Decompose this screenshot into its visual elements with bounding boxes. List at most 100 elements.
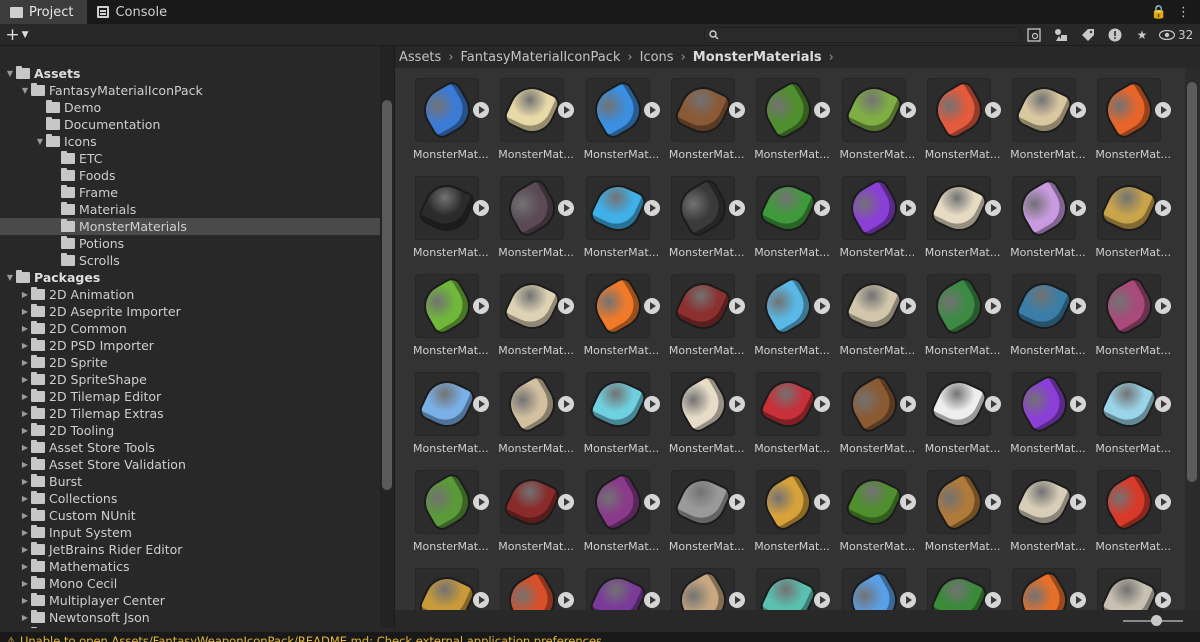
collapsed-arrow-icon[interactable]: ▶ bbox=[19, 460, 31, 469]
asset-tile[interactable]: MonsterMat... bbox=[395, 362, 489, 460]
asset-thumbnail[interactable] bbox=[585, 274, 650, 338]
tree-item-demo[interactable]: Demo bbox=[0, 99, 380, 116]
breadcrumb-separator-icon[interactable]: › bbox=[829, 50, 834, 65]
asset-thumbnail[interactable] bbox=[756, 176, 821, 240]
asset-thumbnail[interactable] bbox=[415, 568, 479, 610]
tree-item-potions[interactable]: Potions bbox=[0, 235, 380, 252]
asset-thumbnail[interactable] bbox=[415, 78, 479, 142]
asset-thumbnail[interactable] bbox=[670, 568, 735, 610]
asset-thumbnail[interactable] bbox=[500, 470, 565, 534]
collapsed-arrow-icon[interactable]: ▶ bbox=[19, 528, 31, 537]
collapsed-arrow-icon[interactable]: ▶ bbox=[19, 358, 31, 367]
asset-tile[interactable]: MonsterMat... bbox=[566, 460, 660, 558]
tree-item-multiplayer-center[interactable]: ▶ Multiplayer Center bbox=[0, 592, 380, 609]
asset-tile[interactable]: MonsterMat... bbox=[566, 558, 660, 610]
asset-tile[interactable]: MonsterMat... bbox=[736, 166, 831, 264]
asset-tile[interactable]: MonsterMat... bbox=[992, 166, 1087, 264]
tree-item-2d-aseprite-importer[interactable]: ▶ 2D Aseprite Importer bbox=[0, 303, 380, 320]
asset-tile[interactable]: MonsterMat... bbox=[822, 166, 916, 264]
collapsed-arrow-icon[interactable]: ▶ bbox=[19, 392, 31, 401]
asset-thumbnail[interactable] bbox=[1012, 372, 1077, 436]
asset-thumbnail[interactable] bbox=[585, 470, 650, 534]
collapsed-arrow-icon[interactable]: ▶ bbox=[19, 341, 31, 350]
zoom-slider-handle[interactable] bbox=[1151, 615, 1162, 626]
asset-thumbnail[interactable] bbox=[500, 78, 565, 142]
asset-thumbnail[interactable] bbox=[670, 372, 735, 436]
breadcrumb-item[interactable]: Assets bbox=[399, 50, 441, 65]
asset-tile[interactable]: MonsterMat... bbox=[651, 558, 745, 610]
tab-project[interactable]: Project bbox=[0, 0, 88, 24]
asset-tile[interactable]: MonsterMat... bbox=[566, 68, 660, 166]
asset-thumbnail[interactable] bbox=[841, 470, 906, 534]
expand-sprites-icon[interactable] bbox=[1155, 396, 1172, 412]
collapsed-arrow-icon[interactable]: ▶ bbox=[19, 409, 31, 418]
asset-tile[interactable]: MonsterMat... bbox=[736, 460, 831, 558]
more-menu-icon[interactable]: ⋮ bbox=[1177, 5, 1190, 20]
filter-by-type-icon[interactable] bbox=[1051, 26, 1071, 44]
tree-item-monstermaterials[interactable]: MonsterMaterials bbox=[0, 218, 380, 235]
asset-thumbnail[interactable] bbox=[756, 372, 821, 436]
warning-filter-icon[interactable] bbox=[1105, 26, 1125, 44]
asset-thumbnail[interactable] bbox=[585, 372, 650, 436]
asset-thumbnail[interactable] bbox=[415, 274, 479, 338]
asset-thumbnail[interactable] bbox=[585, 176, 650, 240]
asset-thumbnail[interactable] bbox=[841, 176, 906, 240]
tree-item-mathematics[interactable]: ▶ Mathematics bbox=[0, 558, 380, 575]
asset-thumbnail[interactable] bbox=[1012, 568, 1077, 610]
asset-tile[interactable]: MonsterMat... bbox=[480, 68, 575, 166]
expand-sprites-icon[interactable] bbox=[1155, 298, 1172, 314]
asset-tile[interactable]: MonsterMat... bbox=[992, 68, 1087, 166]
asset-tile[interactable]: MonsterMat... bbox=[566, 264, 660, 362]
asset-tile[interactable]: MonsterMat... bbox=[480, 460, 575, 558]
asset-thumbnail[interactable] bbox=[841, 274, 906, 338]
search-input[interactable] bbox=[719, 28, 1019, 42]
asset-thumbnail[interactable] bbox=[670, 78, 735, 142]
breadcrumb-item[interactable]: FantasyMaterialIconPack bbox=[461, 50, 621, 65]
breadcrumb-separator-icon[interactable]: › bbox=[448, 50, 453, 65]
asset-tile[interactable]: MonsterMat... bbox=[480, 362, 575, 460]
tree-item-custom-nunit[interactable]: ▶ Custom NUnit bbox=[0, 507, 380, 524]
tree-item-2d-psd-importer[interactable]: ▶ 2D PSD Importer bbox=[0, 337, 380, 354]
asset-tile[interactable]: MonsterMat... bbox=[736, 558, 831, 610]
tree-item-2d-animation[interactable]: ▶ 2D Animation bbox=[0, 286, 380, 303]
expand-sprites-icon[interactable] bbox=[1155, 592, 1172, 608]
expanded-arrow-icon[interactable]: ▼ bbox=[4, 69, 16, 78]
asset-tile[interactable]: MonsterMat... bbox=[395, 460, 489, 558]
asset-thumbnail[interactable] bbox=[1012, 176, 1077, 240]
collapsed-arrow-icon[interactable]: ▶ bbox=[19, 562, 31, 571]
breadcrumb-separator-icon[interactable]: › bbox=[627, 50, 632, 65]
asset-thumbnail[interactable] bbox=[1012, 274, 1077, 338]
asset-thumbnail[interactable] bbox=[926, 372, 991, 436]
asset-thumbnail[interactable] bbox=[1097, 470, 1162, 534]
asset-thumbnail[interactable] bbox=[500, 568, 565, 610]
asset-tile[interactable]: MonsterMat... bbox=[736, 68, 831, 166]
tree-item-fantasymaterialiconpack[interactable]: ▼ FantasyMaterialIconPack bbox=[0, 82, 380, 99]
collapsed-arrow-icon[interactable]: ▶ bbox=[19, 494, 31, 503]
asset-tile[interactable]: MonsterMat... bbox=[907, 264, 1001, 362]
asset-tile[interactable]: MonsterMat... bbox=[907, 68, 1001, 166]
tree-item-packages[interactable]: ▼ Packages bbox=[0, 269, 380, 286]
tree-item-collections[interactable]: ▶ Collections bbox=[0, 490, 380, 507]
asset-tile[interactable]: MonsterMat... bbox=[651, 166, 745, 264]
asset-tile[interactable]: MonsterMat... bbox=[1077, 460, 1172, 558]
status-message[interactable]: ⚠ Unable to open Assets/FantasyWeaponIco… bbox=[6, 634, 606, 642]
expanded-arrow-icon[interactable]: ▼ bbox=[34, 137, 46, 146]
asset-tile[interactable]: MonsterMat... bbox=[907, 460, 1001, 558]
asset-thumbnail[interactable] bbox=[1012, 470, 1077, 534]
asset-thumbnail[interactable] bbox=[415, 470, 479, 534]
tree-scrollbar-thumb[interactable] bbox=[382, 100, 392, 490]
asset-thumbnail[interactable] bbox=[926, 470, 991, 534]
tree-item-input-system[interactable]: ▶ Input System bbox=[0, 524, 380, 541]
breadcrumb-separator-icon[interactable]: › bbox=[681, 50, 686, 65]
tree-item-asset-store-validation[interactable]: ▶ Asset Store Validation bbox=[0, 456, 380, 473]
asset-tile[interactable]: MonsterMat... bbox=[1077, 68, 1172, 166]
asset-thumbnail[interactable] bbox=[926, 78, 991, 142]
collapsed-arrow-icon[interactable]: ▶ bbox=[19, 613, 31, 622]
asset-thumbnail[interactable] bbox=[756, 274, 821, 338]
asset-thumbnail[interactable] bbox=[841, 568, 906, 610]
asset-thumbnail[interactable] bbox=[1097, 176, 1162, 240]
tree-item-2d-sprite[interactable]: ▶ 2D Sprite bbox=[0, 354, 380, 371]
expanded-arrow-icon[interactable]: ▼ bbox=[19, 86, 31, 95]
breadcrumb-item[interactable]: Icons bbox=[640, 50, 674, 65]
asset-tile[interactable]: MonsterMat... bbox=[736, 362, 831, 460]
